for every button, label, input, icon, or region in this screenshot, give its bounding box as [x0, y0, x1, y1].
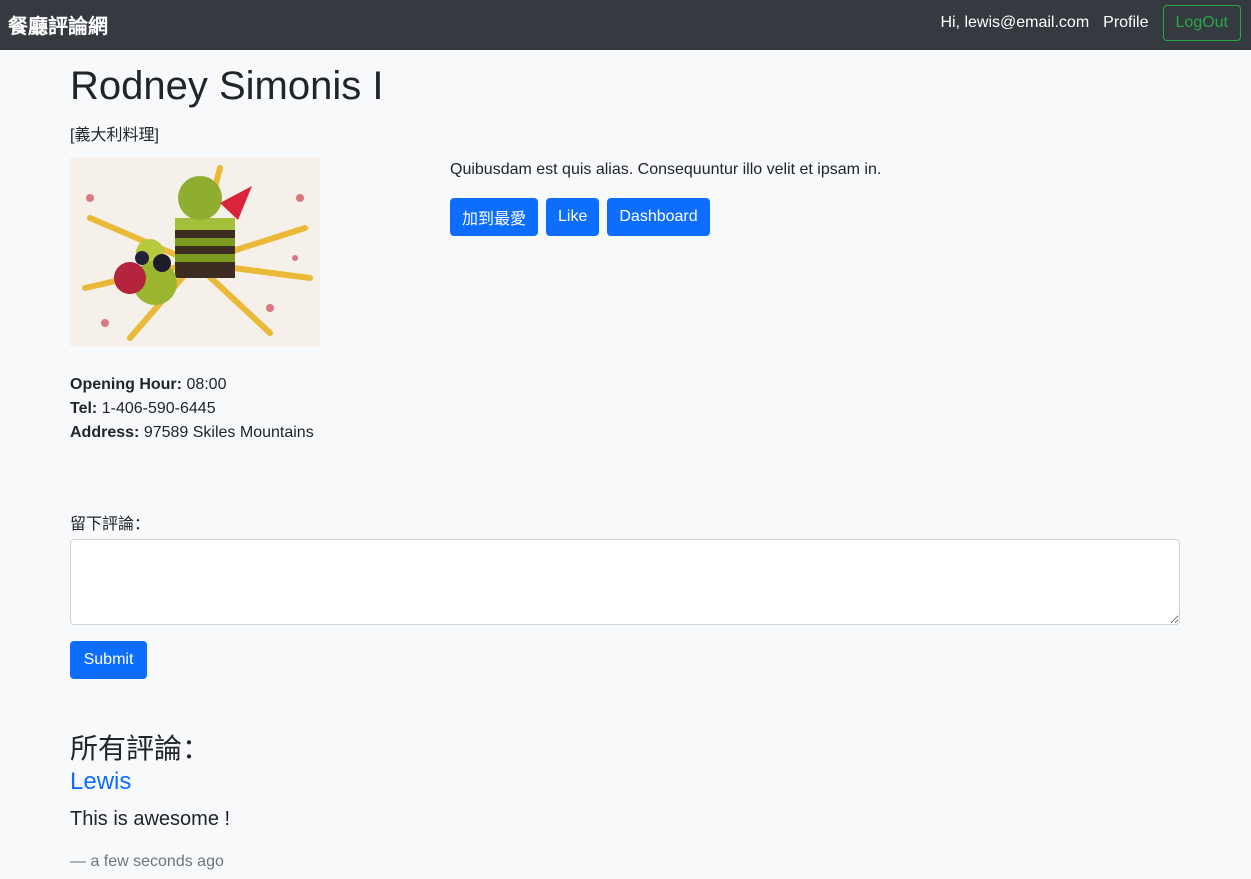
restaurant-description: Quibusdam est quis alias. Consequuntur i…: [450, 161, 882, 178]
comment-author-link[interactable]: Lewis: [70, 768, 131, 796]
opening-hour-row: Opening Hour: 08:00: [70, 373, 314, 397]
address-row: Address: 97589 Skiles Mountains: [70, 421, 314, 445]
navbar-right: Hi, lewis@email.com Profile LogOut: [940, 3, 1241, 43]
brand-link[interactable]: 餐廳評論網: [8, 10, 108, 39]
opening-hour-label: Opening Hour:: [70, 376, 182, 393]
tel-label: Tel:: [70, 400, 98, 417]
comment-label: 留下評論：: [70, 516, 151, 533]
address-value: 97589 Skiles Mountains: [143, 424, 314, 441]
logout-button[interactable]: LogOut: [1162, 5, 1241, 41]
submit-button[interactable]: Submit: [70, 641, 147, 679]
navbar: 餐廳評論網 Hi, lewis@email.com Profile LogOut: [0, 0, 1251, 50]
comments-heading: 所有評論：: [70, 733, 211, 764]
comment-textarea[interactable]: [70, 539, 1180, 625]
tel-row: Tel: 1-406-590-6445: [70, 397, 314, 421]
restaurant-category: [義大利料理]: [70, 127, 159, 144]
comment-text: This is awesome !: [70, 808, 231, 830]
dashboard-button[interactable]: Dashboard: [607, 198, 710, 236]
action-buttons: 加到最愛 Like Dashboard: [450, 198, 718, 236]
comment-time: — a few seconds ago: [70, 853, 224, 870]
restaurant-photo: [70, 158, 320, 346]
opening-hour-value: 08:00: [186, 376, 227, 393]
like-button[interactable]: Like: [546, 198, 600, 236]
restaurant-info: Opening Hour: 08:00 Tel: 1-406-590-6445 …: [70, 373, 314, 445]
tel-value: 1-406-590-6445: [101, 400, 216, 417]
user-greeting[interactable]: Hi, lewis@email.com: [940, 14, 1089, 32]
address-label: Address:: [70, 424, 140, 441]
restaurant-name: Rodney Simonis I: [70, 64, 384, 108]
profile-link[interactable]: Profile: [1103, 14, 1148, 32]
add-favorite-button[interactable]: 加到最愛: [450, 198, 539, 236]
